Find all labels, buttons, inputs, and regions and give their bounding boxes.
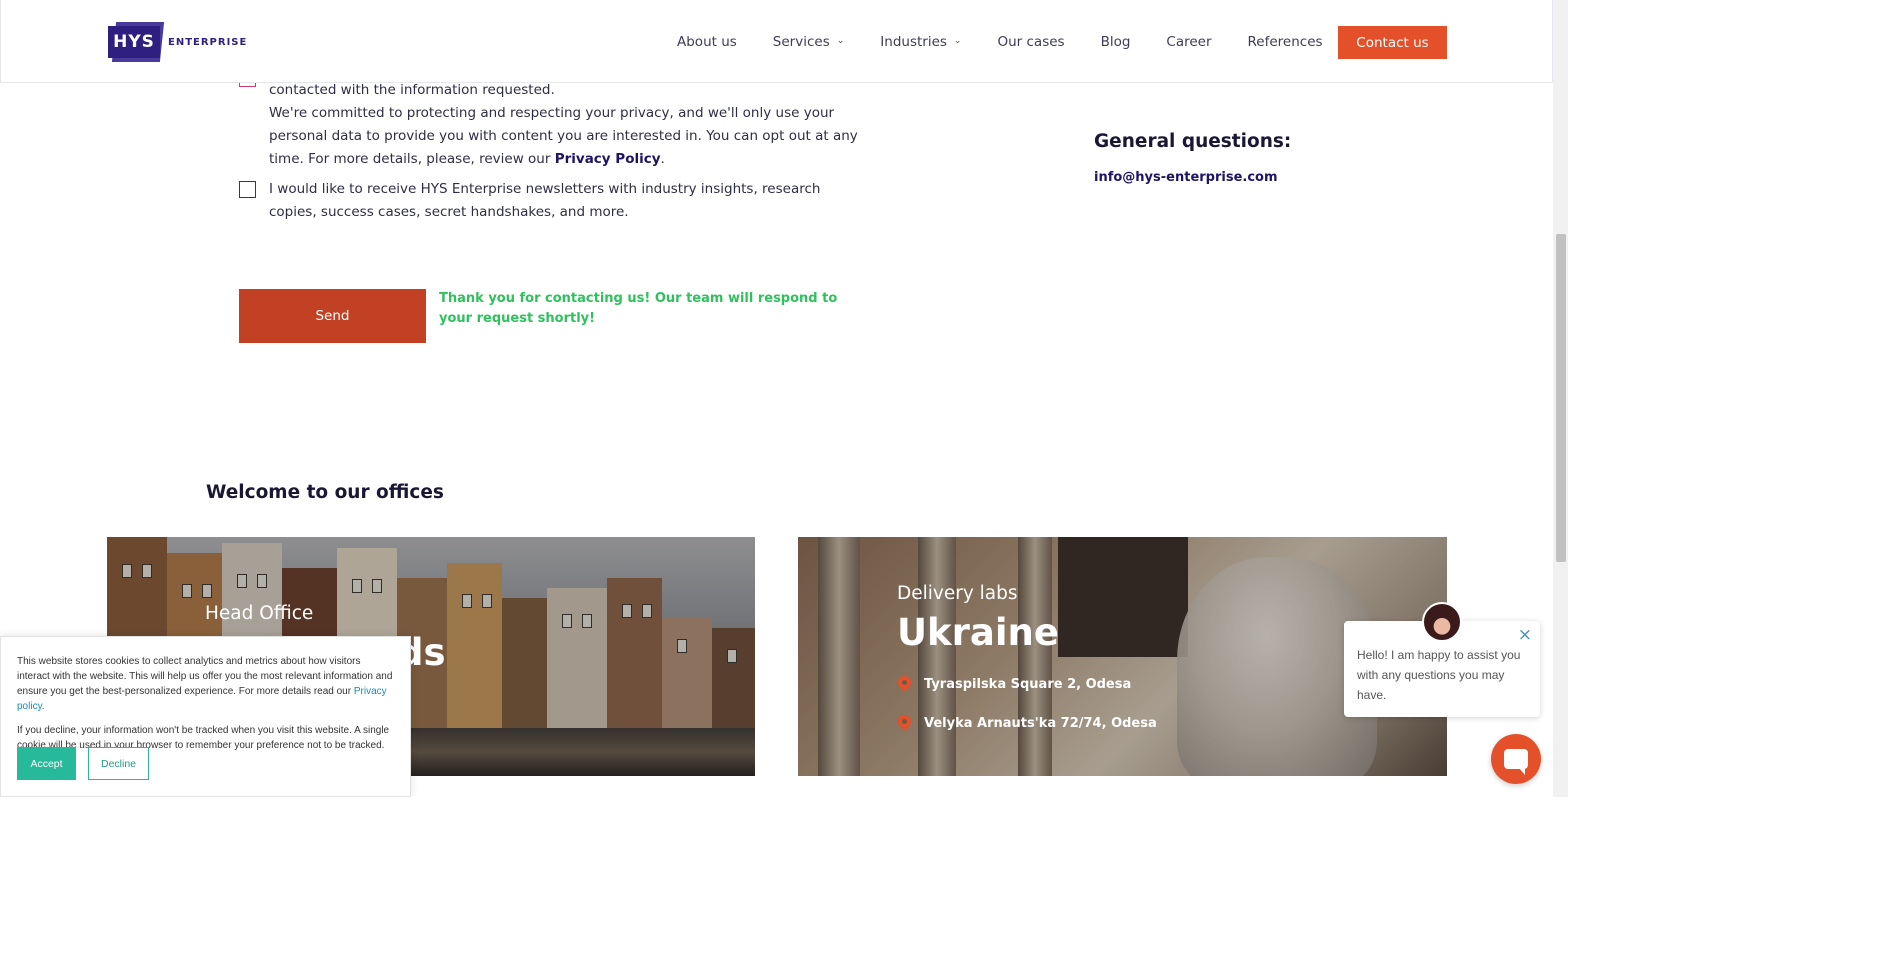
address-item: Tyraspilska Square 2, Odesa	[898, 676, 1131, 692]
delivery-labs-label: Delivery labs	[897, 583, 1018, 604]
nav-references[interactable]: References	[1248, 34, 1323, 50]
general-questions-title: General questions:	[1094, 131, 1292, 152]
logo-mark: HYS	[108, 22, 165, 62]
site-header: HYS ENTERPRISE About us Services ⌄ Indust…	[0, 0, 1553, 83]
privacy-text: We're committed to protecting and respec…	[269, 105, 858, 167]
logo-word: ENTERPRISE	[168, 36, 248, 48]
decline-cookies-button[interactable]: Decline	[88, 747, 149, 780]
contact-us-button[interactable]: Contact us	[1338, 26, 1447, 59]
chevron-down-icon: ⌄	[836, 36, 845, 46]
scrollbar-thumb[interactable]	[1556, 234, 1566, 562]
success-message: Thank you for contacting us! Our team wi…	[439, 291, 838, 326]
chat-message: Hello! I am happy to assist you with any…	[1357, 648, 1521, 702]
chat-agent-avatar	[1422, 602, 1462, 642]
logo-mark-text: HYS	[108, 26, 160, 58]
chat-launcher-button[interactable]	[1491, 734, 1541, 784]
newsletter-checkbox[interactable]	[239, 181, 256, 198]
nav-blog[interactable]: Blog	[1101, 34, 1131, 50]
send-button[interactable]: Send	[239, 289, 426, 343]
nav-label: Our cases	[997, 34, 1065, 50]
consent-row: contacted with the information requested…	[239, 70, 859, 171]
newsletter-row: I would like to receive HYS Enterprise n…	[239, 178, 859, 224]
close-icon[interactable]: ×	[1518, 627, 1532, 644]
nav-our-cases[interactable]: Our cases	[997, 34, 1064, 50]
offices-title: Welcome to our offices	[206, 482, 444, 503]
logo[interactable]: HYS ENTERPRISE	[108, 22, 247, 62]
address-text: Tyraspilska Square 2, Odesa	[924, 676, 1132, 692]
chat-icon	[1504, 749, 1528, 775]
nav-industries[interactable]: Industries ⌄	[880, 34, 961, 50]
nav-label: Blog	[1100, 34, 1131, 50]
nav-services[interactable]: Services ⌄	[773, 34, 844, 50]
cookie-text: This website stores cookies to collect a…	[17, 656, 393, 712]
location-pin-icon	[898, 715, 911, 731]
cookie-banner: This website stores cookies to collect a…	[0, 636, 411, 797]
general-questions-email[interactable]: info@hys-enterprise.com	[1094, 170, 1278, 185]
nav-label: Career	[1166, 34, 1212, 50]
nav-label: Industries	[880, 34, 947, 50]
privacy-policy-link[interactable]: Privacy Policy	[555, 151, 661, 167]
nav-about-us[interactable]: About us	[677, 34, 737, 50]
nav-career[interactable]: Career	[1166, 34, 1211, 50]
accept-cookies-button[interactable]: Accept	[17, 747, 76, 780]
main-nav: About us Services ⌄ Industries ⌄ Our cases…	[677, 34, 1359, 50]
chevron-down-icon: ⌄	[953, 36, 962, 46]
nav-label: Services	[772, 34, 830, 50]
address-text: Velyka Arnauts'ka 72/74, Odesa	[924, 715, 1157, 731]
consent-section: contacted with the information requested…	[239, 64, 859, 224]
page: HYS ENTERPRISE About us Services ⌄ Indust…	[0, 0, 1568, 797]
address-item: Velyka Arnauts'ka 72/74, Odesa	[898, 715, 1157, 731]
cookie-buttons: Accept Decline	[17, 747, 149, 780]
location-pin-icon	[898, 676, 911, 692]
nav-label: About us	[677, 34, 737, 50]
nav-label: References	[1247, 34, 1323, 50]
newsletter-text: I would like to receive HYS Enterprise n…	[269, 181, 821, 220]
head-office-label: Head Office	[205, 603, 314, 624]
delivery-labs-country: Ukraine	[897, 611, 1059, 654]
